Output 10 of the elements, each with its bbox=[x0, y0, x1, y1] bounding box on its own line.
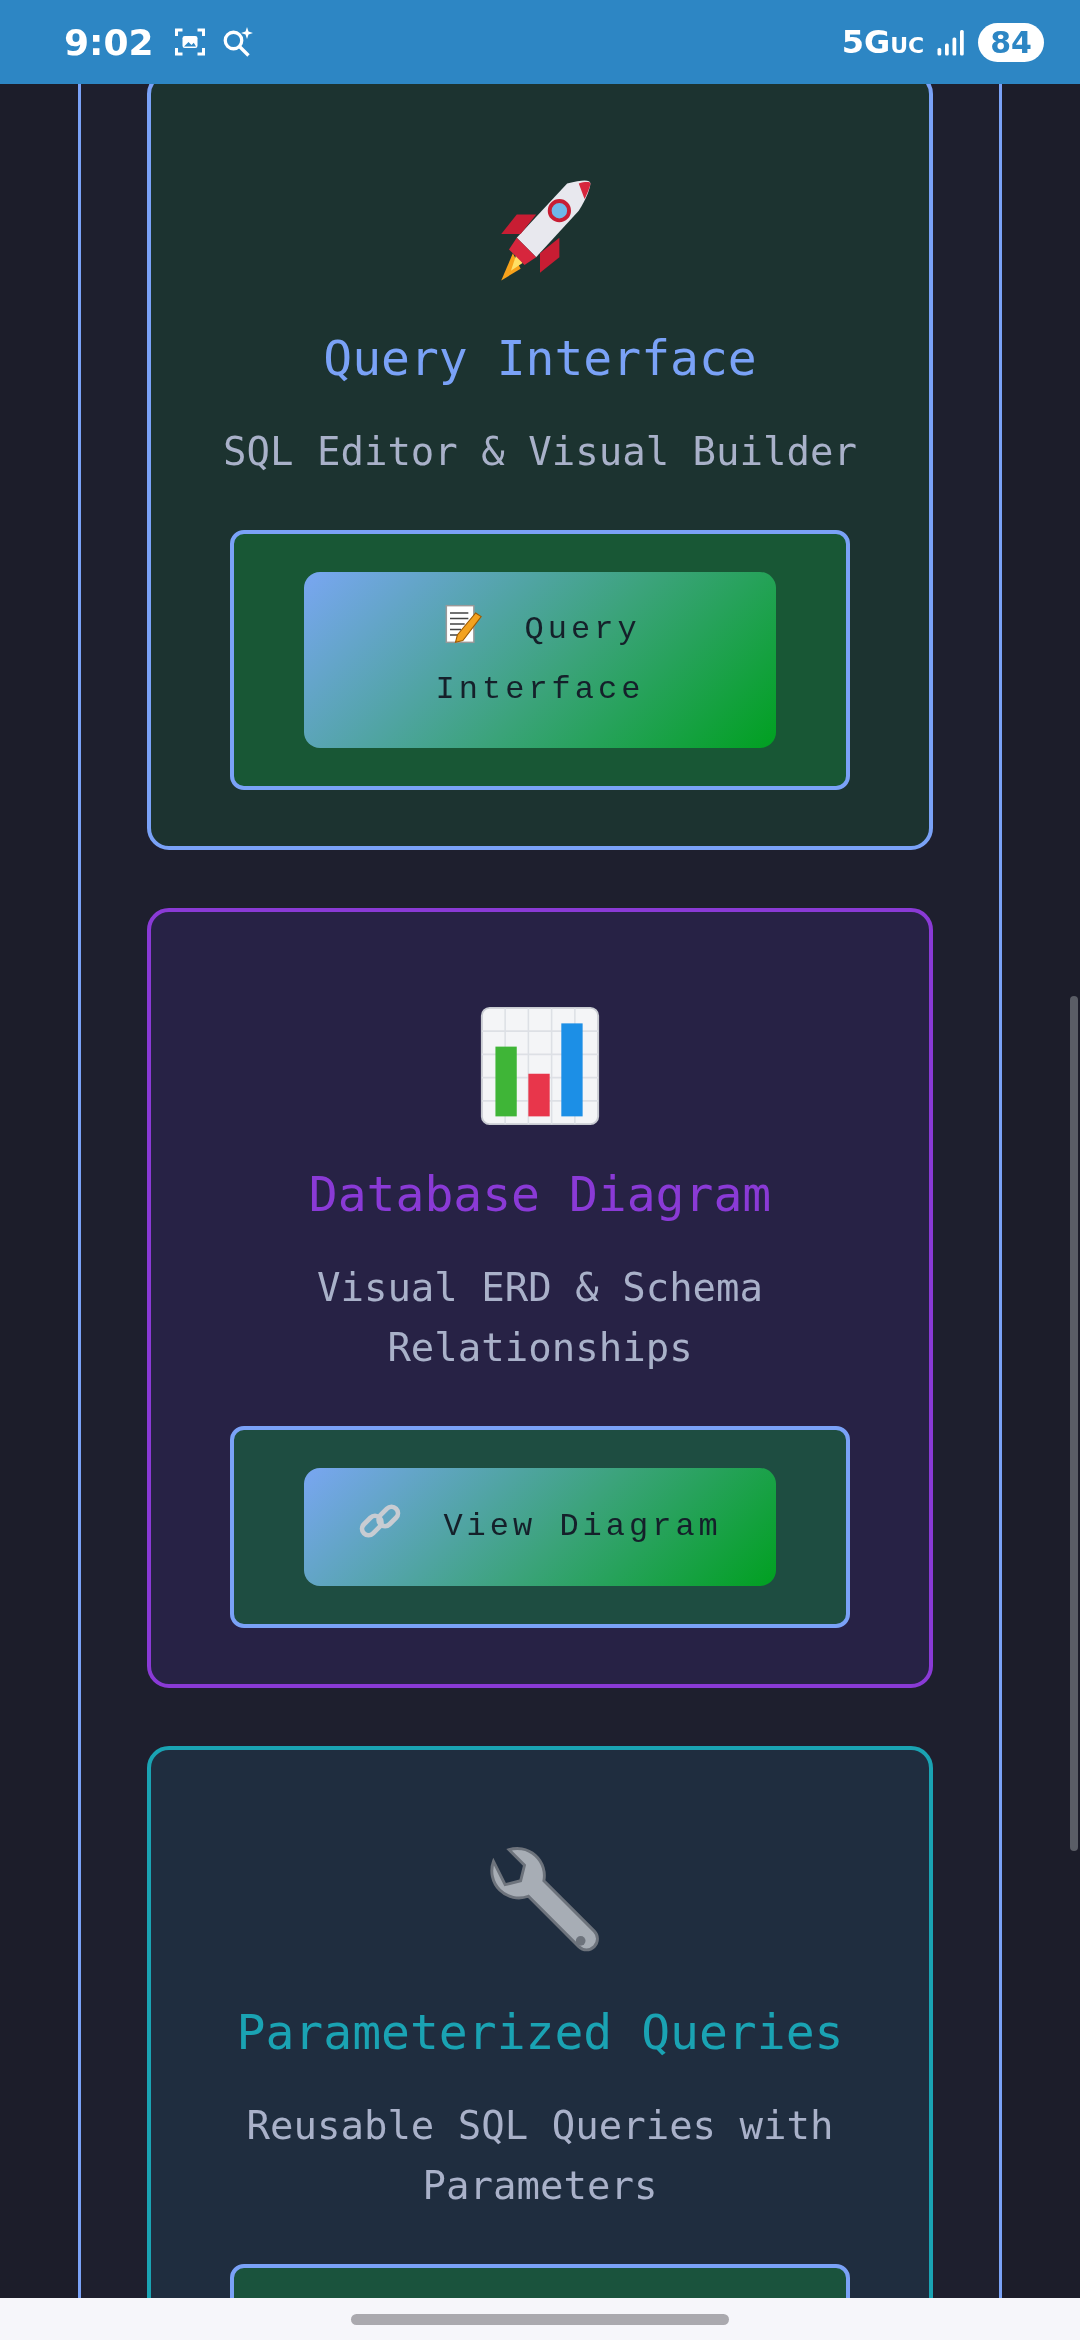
card-title: Parameterized Queries bbox=[236, 2004, 844, 2060]
action-button[interactable]: View Diagram bbox=[304, 1468, 776, 1586]
card-subtitle: Visual ERD & Schema Relationships bbox=[315, 1264, 765, 1372]
action-button[interactable]: Query Interface bbox=[304, 572, 776, 748]
card-subtitle: SQL Editor & Visual Builder bbox=[223, 428, 857, 476]
card-title: Database Diagram bbox=[308, 1166, 772, 1222]
card-subtitle: Reusable SQL Queries with Parameters bbox=[245, 2102, 835, 2210]
clock: 9:02 bbox=[64, 21, 154, 63]
battery-level: 84 bbox=[978, 22, 1044, 62]
card-title: Query Interface bbox=[323, 330, 757, 386]
